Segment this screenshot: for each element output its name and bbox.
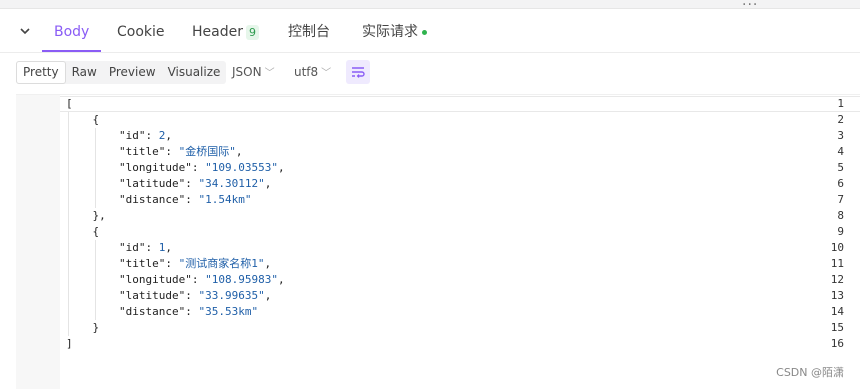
code-line: { xyxy=(66,113,100,126)
wrap-lines-button[interactable] xyxy=(346,60,370,84)
watermark: CSDN @陌潇 xyxy=(776,366,844,379)
format-select-value: JSON xyxy=(232,65,262,79)
tab-body[interactable]: Body xyxy=(42,14,102,52)
line-number: 12 xyxy=(830,273,844,286)
code-editor[interactable]: 1 2 3 4 5 6 7 8 9 10 11 12 13 14 15 16[ { "id": 2, "tit… xyxy=(16,94,860,389)
chevron-down-icon: ﹀ xyxy=(321,68,332,79)
code-line: "id": 1, xyxy=(118,241,172,254)
more-options-icon[interactable]: ··· xyxy=(742,0,758,12)
code-line: }, xyxy=(66,209,106,222)
tab-console-label: 控制台 xyxy=(288,24,330,40)
view-raw-button[interactable]: Raw xyxy=(66,61,103,84)
code-line: } xyxy=(66,321,100,334)
indent-guide xyxy=(68,112,69,336)
code-line: "title": "测试商家名称1", xyxy=(118,257,272,270)
tab-header-label: Header xyxy=(192,24,243,40)
indent-guide xyxy=(95,128,96,208)
line-number: 9 xyxy=(837,225,844,238)
encoding-select-value: utf8 xyxy=(294,65,319,79)
line-number: 8 xyxy=(837,209,844,222)
code-line: "longitude": "108.95983", xyxy=(118,273,285,286)
line-number: 7 xyxy=(837,193,844,206)
tab-body-label: Body xyxy=(54,24,90,40)
line-number: 1 xyxy=(837,97,844,110)
line-number: 3 xyxy=(837,129,844,142)
code-line: ] xyxy=(66,337,73,350)
line-number: 10 xyxy=(830,241,844,254)
code-line: "longitude": "109.03553", xyxy=(118,161,285,174)
view-visualize-button[interactable]: Visualize xyxy=(162,61,227,84)
response-toolbar: Pretty Raw Preview Visualize JSON ﹀ utf8 ﹀ xyxy=(0,58,860,88)
current-line-highlight xyxy=(60,96,860,112)
line-number: 13 xyxy=(830,289,844,302)
tab-actual-request-label: 实际请求 xyxy=(362,24,418,40)
line-number: 15 xyxy=(830,321,844,334)
line-number: 14 xyxy=(830,305,844,318)
header-count-badge: 9 xyxy=(245,25,259,40)
view-preview-button[interactable]: Preview xyxy=(103,61,162,84)
code-line: { xyxy=(66,225,100,238)
view-mode-switch: Pretty Raw Preview Visualize xyxy=(16,61,227,84)
line-number: 16 xyxy=(830,337,844,350)
code-line: [ xyxy=(66,97,73,110)
tab-console[interactable]: 控制台 xyxy=(288,14,330,51)
encoding-select[interactable]: utf8 ﹀ xyxy=(294,61,331,84)
code-line: "latitude": "34.30112", xyxy=(118,177,272,190)
chevron-down-icon[interactable] xyxy=(18,24,32,38)
code-line: "distance": "1.54km" xyxy=(118,193,252,206)
top-bar xyxy=(0,0,860,9)
line-number: 5 xyxy=(837,161,844,174)
chevron-down-icon: ﹀ xyxy=(264,68,275,79)
wrap-lines-icon xyxy=(352,67,365,78)
response-tabs: Body Cookie Header 9 控制台 实际请求 xyxy=(0,14,860,53)
line-number: 6 xyxy=(837,177,844,190)
code-line: "latitude": "33.99635", xyxy=(118,289,272,302)
code-line: "id": 2, xyxy=(118,129,172,142)
status-dot-icon xyxy=(422,29,427,35)
line-number: 2 xyxy=(837,113,844,126)
tab-cookie[interactable]: Cookie xyxy=(117,14,165,51)
tab-cookie-label: Cookie xyxy=(117,24,165,40)
tab-header[interactable]: Header 9 xyxy=(192,14,259,51)
line-number: 11 xyxy=(830,257,844,270)
code-line: "title": "金桥国际", xyxy=(118,145,243,158)
format-select[interactable]: JSON ﹀ xyxy=(232,61,275,84)
line-number: 4 xyxy=(837,145,844,158)
line-number-gutter xyxy=(16,95,60,389)
tab-actual-request[interactable]: 实际请求 xyxy=(362,14,427,51)
indent-guide xyxy=(95,240,96,320)
view-pretty-button[interactable]: Pretty xyxy=(16,61,66,84)
